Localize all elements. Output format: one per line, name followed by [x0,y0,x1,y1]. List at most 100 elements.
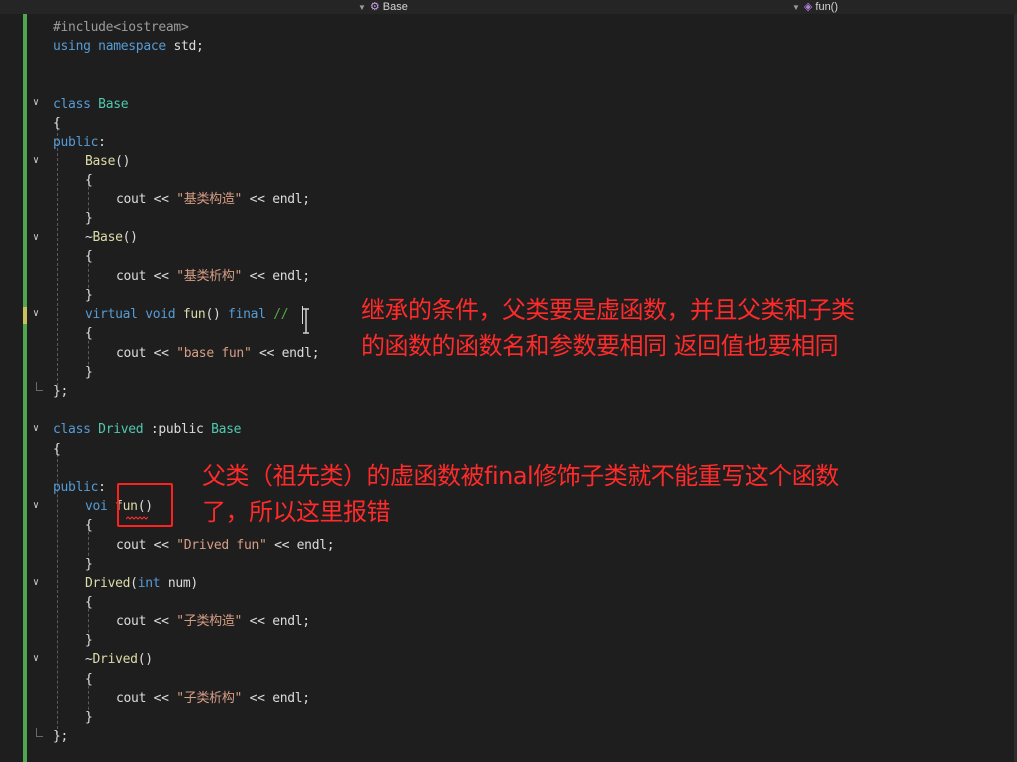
brace: { [85,249,93,264]
operator: << [146,691,177,706]
brace: } [85,288,93,303]
destructor-name: Base [92,230,123,245]
fold-toggle-icon[interactable]: ∨ [30,232,42,244]
unsaved-change-marker [23,307,27,324]
parens: () [115,154,131,169]
fold-toggle-icon[interactable]: ∨ [30,577,42,589]
fold-end-marker [36,382,43,391]
code-line: { [85,171,93,190]
identifier: std; [165,39,204,54]
code-line: cout << "Drived fun" << endl; [116,536,335,555]
fold-toggle-icon[interactable]: ∨ [30,97,42,109]
annotation-line: 了，所以这里报错 [202,498,390,526]
operator: << [146,614,177,629]
function-name: fun [182,307,206,322]
change-tracking-margin [23,14,27,762]
member-dropdown[interactable]: ▼ ◈ fun() [792,0,838,14]
brace: { [85,672,93,687]
operator: << [266,538,297,553]
identifier: endl; [296,538,335,553]
operator: << [242,192,273,207]
code-line: }; [53,382,68,401]
keyword: final [228,307,266,322]
code-line: ~Base() [85,228,138,247]
class-name: Base [98,97,129,112]
class-dropdown[interactable]: ▼ ⚙ Base [358,0,408,14]
comment: // [273,307,289,322]
brace: { [85,518,93,533]
fold-toggle-icon[interactable]: ∨ [30,423,42,435]
annotation-line: 继承的条件，父类要是虚函数，并且父类和子类 [361,296,855,324]
operator: << [146,538,177,553]
code-line: { [85,516,93,535]
fold-toggle-icon[interactable]: ∨ [30,155,42,167]
colon: : [98,135,106,150]
fold-toggle-icon[interactable]: ∨ [30,653,42,665]
identifier: endl; [272,691,310,706]
keyword: using [53,39,91,54]
code-line: cout << "子类构造" << endl; [116,612,310,631]
code-line: ~Drived() [85,650,153,669]
brace: } [85,211,93,226]
code-line: virtual void fun() final // [85,305,289,324]
code-line: #include<iostream> [53,18,189,37]
class-name: Drived [98,422,144,437]
class-icon: ⚙ [369,1,380,13]
code-line: cout << "子类析构" << endl; [116,689,310,708]
brace: { [85,173,93,188]
code-line: }; [53,727,68,746]
ibeam-cursor-icon [303,308,309,334]
brace: { [85,595,93,610]
keyword: namespace [98,39,166,54]
parens: () [137,652,153,667]
brace: }; [53,729,69,744]
tilde: ~ [85,652,93,667]
string-literal: "base fun" [176,346,252,361]
code-line: { [53,440,61,459]
code-line: } [85,286,93,305]
include-directive: #include<iostream> [53,20,189,35]
code-line: cout << "基类构造" << endl; [116,190,310,209]
code-line: cout << "base fun" << endl; [116,344,320,363]
inheritance: :public [143,422,212,437]
operator: << [242,691,273,706]
parens: () [205,307,221,322]
identifier: cout [116,269,147,284]
identifier: endl; [272,269,310,284]
keyword: class [53,422,91,437]
identifier: endl; [281,346,320,361]
constructor-name: Base [85,154,116,169]
constructor-name: Drived [85,576,131,591]
brace: } [85,365,93,380]
operator: << [251,346,282,361]
code-line: } [85,631,93,650]
identifier: cout [116,614,147,629]
code-line: cout << "基类析构" << endl; [116,267,310,286]
fold-end-marker [36,728,43,737]
keyword: int [137,576,161,591]
error-highlight-box [117,483,173,527]
brace: }; [53,384,69,399]
code-line: { [85,593,93,612]
keyword: void [145,307,176,322]
code-line: Base() [85,152,130,171]
annotation-inheritance-conditions: 继承的条件，父类要是虚函数，并且父类和子类 的函数的函数名和参数要相同 返回值也… [361,292,855,364]
code-line: public: [53,478,106,497]
destructor-name: Drived [92,652,138,667]
class-dropdown-value: Base [382,1,408,13]
string-literal: "子类构造" [176,614,243,629]
keyword: public [53,480,99,495]
fold-toggle-icon[interactable]: ∨ [30,308,42,320]
string-literal: "子类析构" [176,691,243,706]
code-line: { [85,247,93,266]
code-line: using namespace std; [53,37,204,56]
member-dropdown-value: fun() [815,1,839,13]
code-line: } [85,708,93,727]
identifier: endl; [272,192,310,207]
operator: << [146,269,177,284]
code-line: { [85,670,93,689]
navigation-bar: ▼ ⚙ Base ▼ ◈ fun() [0,0,1017,14]
keyword: virtual [85,307,138,322]
brace: } [85,710,93,725]
fold-toggle-icon[interactable]: ∨ [30,500,42,512]
